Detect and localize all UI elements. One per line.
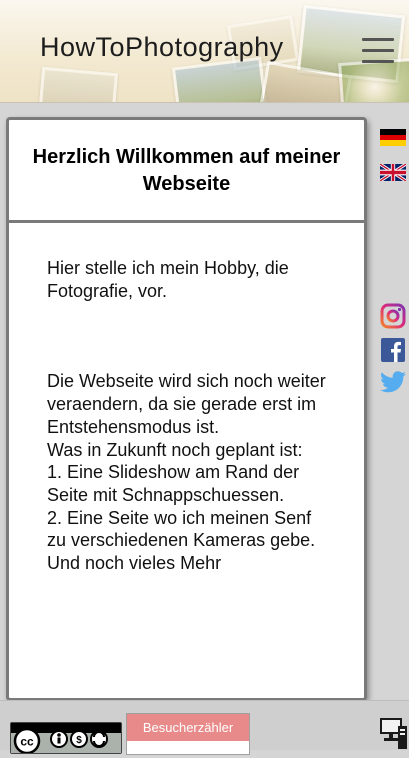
- intro-paragraph: Hier stelle ich mein Hobby, die Fotograf…: [47, 258, 289, 301]
- twitter-icon[interactable]: [380, 371, 406, 395]
- welcome-card: Herzlich Willkommen auf meiner Webseite …: [6, 117, 367, 701]
- header-photo: [37, 66, 119, 102]
- card-divider: [9, 220, 364, 223]
- de-flag-icon[interactable]: [380, 129, 406, 146]
- header-photo: [171, 56, 269, 102]
- visitor-counter-label: Besucherzähler: [127, 714, 249, 741]
- body-line: Was in Zukunft noch geplant ist:: [47, 439, 303, 460]
- body-line: Die Webseite wird sich noch weiter verae…: [47, 371, 326, 437]
- body-line: 1. Eine Slideshow am Rand der Seite mit …: [47, 462, 300, 505]
- welcome-text: Hier stelle ich mein Hobby, die Fotograf…: [47, 257, 332, 575]
- body-line: 2. Eine Seite wo ich meinen Senf zu vers…: [47, 507, 316, 551]
- creative-commons-badge-icon[interactable]: cc $: [10, 722, 122, 755]
- site-header: HowToPhotography: [0, 0, 409, 103]
- uk-flag-icon[interactable]: [379, 162, 407, 183]
- body-line: Und noch vieles Mehr: [47, 553, 222, 574]
- computer-icon[interactable]: [378, 714, 408, 749]
- facebook-icon[interactable]: [380, 337, 406, 363]
- footer: cc $ Besucherzähler: [0, 700, 409, 755]
- page-title: Herzlich Willkommen auf meiner Webseite: [32, 146, 341, 195]
- svg-text:cc: cc: [20, 735, 34, 749]
- svg-text:$: $: [76, 735, 82, 746]
- hamburger-menu-icon[interactable]: [360, 36, 396, 66]
- instagram-icon[interactable]: [380, 303, 406, 329]
- site-title[interactable]: HowToPhotography: [40, 32, 284, 63]
